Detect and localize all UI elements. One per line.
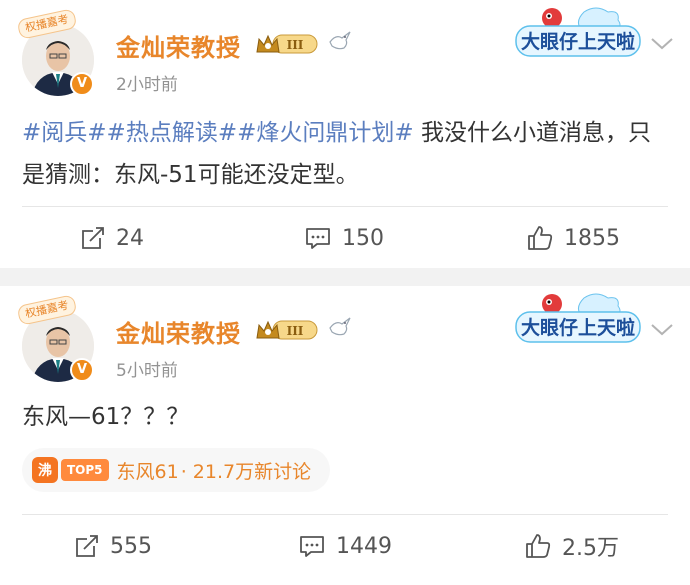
comment-button[interactable]: 1449	[298, 526, 392, 566]
repost-icon	[76, 535, 98, 557]
hot-topic-card[interactable]: 沸 TOP5 东风61 · 21.7万新讨论	[22, 448, 330, 492]
comment-button[interactable]: 150	[304, 218, 384, 258]
comment-count: 1449	[336, 533, 392, 559]
verified-v-icon: V	[70, 72, 94, 96]
like-count: 1855	[564, 225, 620, 251]
svg-text:大眼仔上天啦: 大眼仔上天啦	[521, 30, 635, 53]
post-text: 东风—61？？？	[22, 404, 190, 430]
decoration-sticker: 大眼仔上天啦	[515, 293, 641, 343]
like-icon	[526, 534, 551, 558]
member-level-badge[interactable]: III	[255, 318, 321, 342]
weibo-post: 权播嘉考 V 金灿荣教授 III 5小时前 大眼仔上天啦 东风—61？？？ 沸 …	[0, 286, 690, 585]
hot-icon: 沸	[32, 457, 58, 483]
repost-button[interactable]: 24	[80, 218, 144, 258]
like-count: 2.5万	[562, 536, 619, 561]
comment-icon	[306, 228, 330, 249]
post-time: 5小时前	[116, 361, 178, 381]
member-level-badge[interactable]: III	[255, 32, 321, 56]
dove-icon	[329, 31, 351, 50]
author-name[interactable]: 金灿荣教授	[116, 28, 241, 63]
like-button[interactable]: 2.5万	[524, 526, 619, 566]
verified-v-icon: V	[70, 358, 94, 382]
repost-icon	[82, 227, 104, 249]
like-button[interactable]: 1855	[526, 218, 620, 258]
divider	[22, 514, 668, 515]
author-name[interactable]: 金灿荣教授	[116, 314, 241, 349]
like-icon	[528, 226, 553, 250]
svg-text:III: III	[287, 324, 304, 338]
comment-count: 150	[342, 225, 384, 251]
weibo-post: 权播嘉考 V 金灿荣教授 III 2小时前 大眼仔上天啦 #阅兵##热点解读##…	[0, 0, 690, 268]
repost-count: 555	[110, 533, 152, 559]
post-content: 东风—61？？？	[22, 396, 662, 438]
comment-icon	[300, 536, 324, 557]
chevron-down-icon[interactable]	[650, 36, 674, 52]
post-content: #阅兵##热点解读##烽火问鼎计划# 我没什么小道消息，只是猜测：东风-51可能…	[22, 112, 662, 196]
dove-icon	[329, 317, 351, 336]
rank-badge: TOP5	[61, 459, 109, 481]
repost-count: 24	[116, 225, 144, 251]
svg-text:大眼仔上天啦: 大眼仔上天啦	[521, 316, 635, 339]
topic-name: 东风61	[116, 460, 179, 483]
decoration-sticker: 大眼仔上天啦	[515, 7, 641, 57]
chevron-down-icon[interactable]	[650, 322, 674, 338]
repost-button[interactable]: 555	[74, 526, 152, 566]
divider	[22, 206, 668, 207]
post-hashtags[interactable]: #阅兵##热点解读##烽火问鼎计划#	[22, 120, 414, 146]
post-time: 2小时前	[116, 75, 178, 95]
svg-text:III: III	[287, 38, 304, 52]
topic-stats: · 21.7万新讨论	[180, 460, 312, 483]
